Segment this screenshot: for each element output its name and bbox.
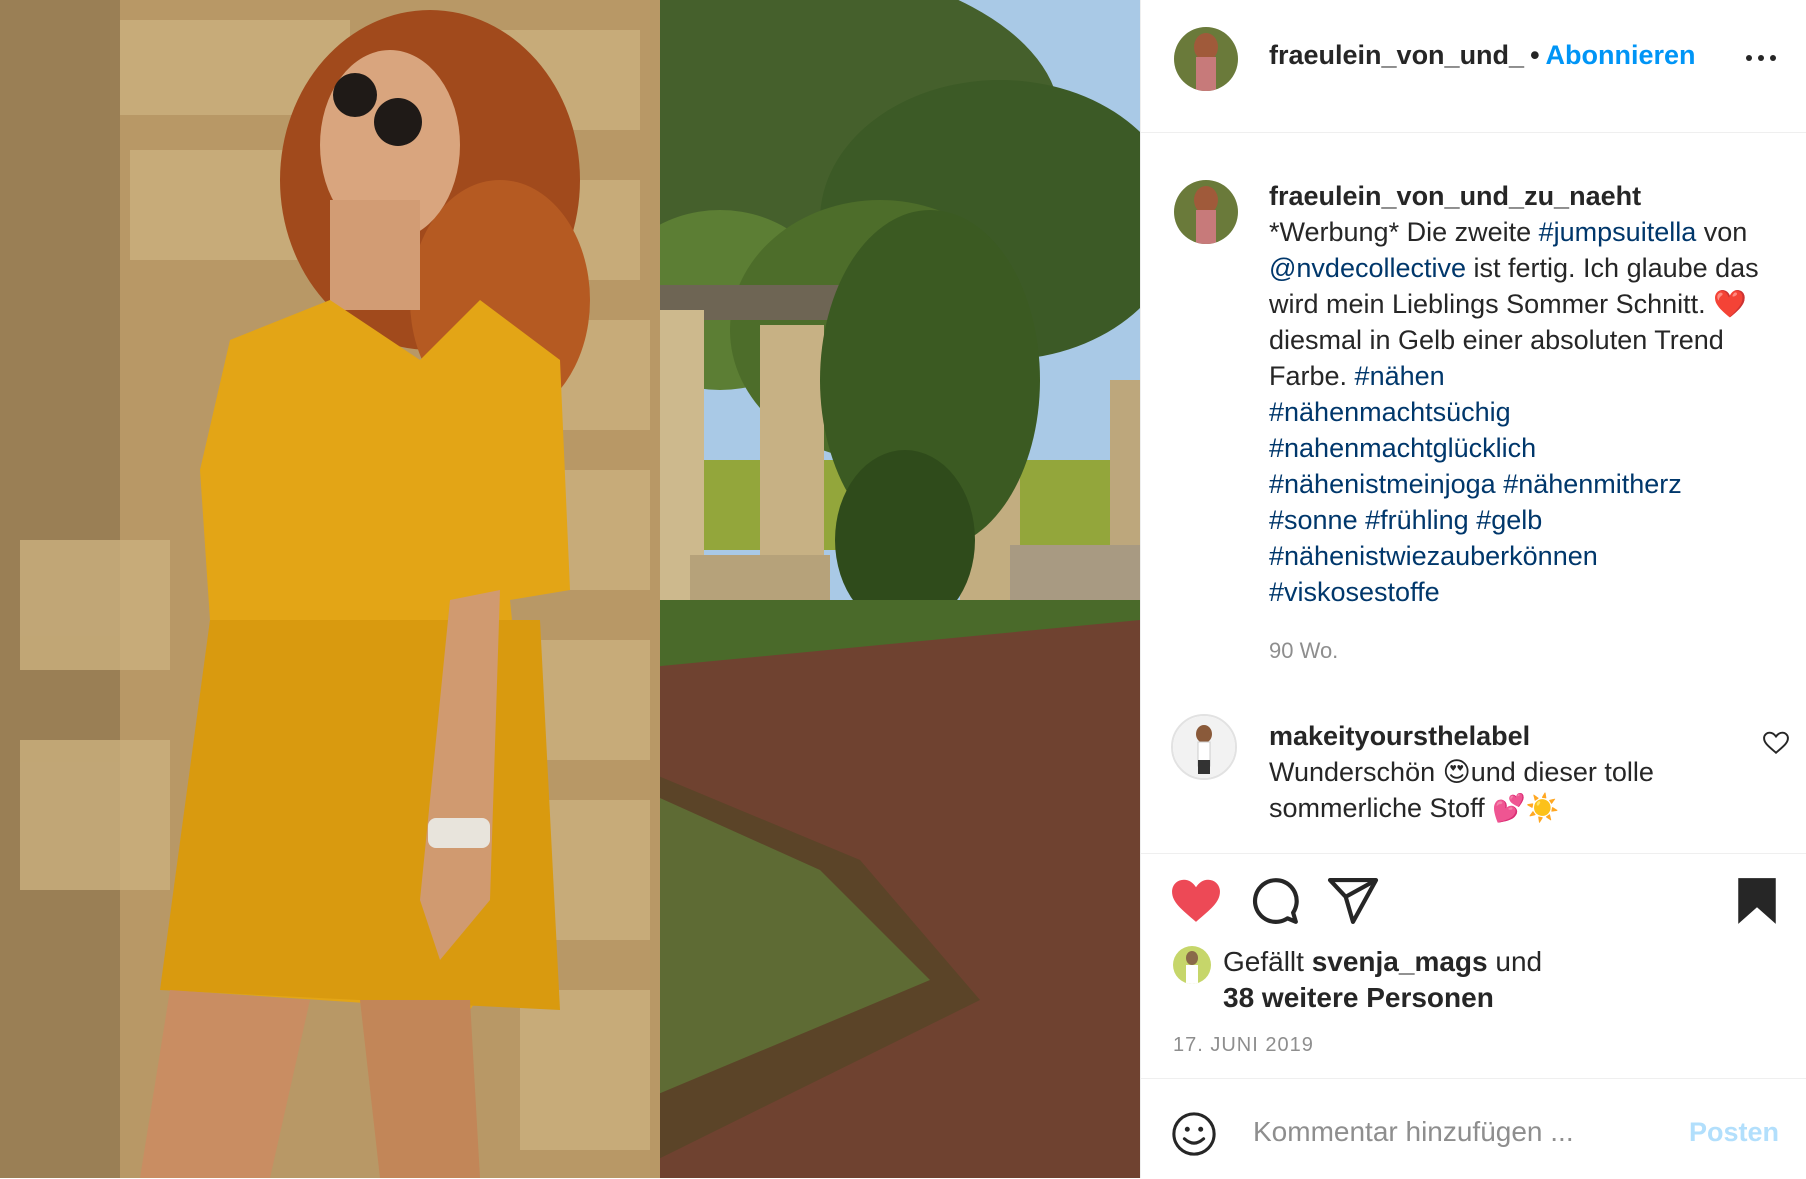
smiley-icon[interactable] — [1171, 1111, 1217, 1157]
hashtag-link[interactable]: #nahenmachtglücklich — [1269, 433, 1536, 463]
hashtag-link[interactable]: #nähenmitherz — [1503, 469, 1682, 499]
speech-bubble-icon[interactable] — [1249, 876, 1301, 926]
post-date[interactable]: 17. JUNI 2019 — [1173, 1034, 1314, 1057]
caption-text-2: von — [1696, 217, 1748, 247]
post-comment-button[interactable]: Posten — [1689, 1117, 1779, 1148]
follow-button[interactable]: Abonnieren — [1546, 40, 1696, 70]
caption-timestamp[interactable]: 90 Wo. — [1269, 638, 1338, 664]
post-caption: fraeulein_von_und_zu_naeht *Werbung* Die… — [1269, 178, 1779, 610]
sun-emoji: ☀️ — [1525, 793, 1560, 823]
likes-prefix: Gefällt — [1223, 946, 1312, 977]
header-separator: • — [1530, 40, 1540, 70]
two-hearts-emoji: 💕 — [1492, 793, 1526, 823]
hashtag-link[interactable]: #jumpsuitella — [1539, 217, 1697, 247]
action-bar — [1141, 870, 1806, 940]
hashtag-link[interactable]: #nähenistwiezauberkönnen — [1269, 541, 1598, 571]
hashtag-link[interactable]: #viskosestoffe — [1269, 577, 1440, 607]
caption-avatar[interactable] — [1174, 180, 1238, 244]
heart-filled-icon[interactable] — [1171, 878, 1221, 924]
commenter-avatar[interactable] — [1171, 714, 1237, 780]
comment-like-heart-icon[interactable] — [1763, 731, 1789, 755]
mention-link[interactable]: @nvdecollective — [1269, 253, 1466, 283]
post-header: fraeulein_von_und_ • Abonnieren — [1141, 0, 1806, 133]
comment-composer: Posten — [1141, 1078, 1806, 1179]
header-user-row: fraeulein_von_und_ • Abonnieren — [1269, 40, 1696, 71]
liker-username[interactable]: svenja_mags — [1312, 946, 1488, 977]
caption-text-1: *Werbung* Die zweite — [1269, 217, 1539, 247]
comments-section[interactable]: fraeulein_von_und_zu_naeht *Werbung* Die… — [1141, 133, 1806, 854]
likes-middle: und — [1487, 946, 1543, 977]
caption-text-4: diesmal in Gelb einer absoluten Trend Fa… — [1269, 325, 1724, 391]
photo-illustration — [0, 0, 1140, 1178]
bookmark-filled-icon[interactable] — [1735, 876, 1779, 926]
comment-text-1: Wunderschön — [1269, 757, 1443, 787]
liker-avatar[interactable] — [1173, 946, 1211, 984]
hashtag-link[interactable]: #frühling — [1365, 505, 1469, 535]
paper-plane-icon[interactable] — [1327, 878, 1379, 924]
comment-username[interactable]: makeityoursthelabel — [1269, 718, 1729, 754]
caption-username[interactable]: fraeulein_von_und_zu_naeht — [1269, 178, 1779, 214]
likes-others-link[interactable]: 38 weitere Personen — [1223, 982, 1494, 1013]
heart-eyes-emoji: 😍 — [1442, 757, 1471, 787]
author-avatar[interactable] — [1174, 27, 1238, 91]
hashtag-link[interactable]: #nähenistmeinjoga — [1269, 469, 1496, 499]
instagram-post: fraeulein_von_und_ • Abonnieren fraeulein_… — [0, 0, 1806, 1178]
comment-item: makeityoursthelabel Wunderschön 😍und die… — [1269, 718, 1729, 826]
author-username[interactable]: fraeulein_von_und_ — [1269, 40, 1524, 70]
hashtag-link[interactable]: #gelb — [1476, 505, 1542, 535]
comment-input[interactable] — [1251, 1109, 1675, 1155]
hashtag-link[interactable]: #nähenmachtsüchig — [1269, 397, 1511, 427]
post-sidebar: fraeulein_von_und_ • Abonnieren fraeulein_… — [1140, 0, 1806, 1178]
post-photo[interactable] — [0, 0, 1140, 1178]
hashtag-link[interactable]: #nähen — [1355, 361, 1445, 391]
likes-summary: Gefällt svenja_mags und 38 weitere Person… — [1223, 944, 1542, 1016]
hashtag-link[interactable]: #sonne — [1269, 505, 1358, 535]
heart-emoji: ❤️ — [1713, 289, 1747, 319]
ellipsis-icon[interactable] — [1741, 48, 1781, 68]
